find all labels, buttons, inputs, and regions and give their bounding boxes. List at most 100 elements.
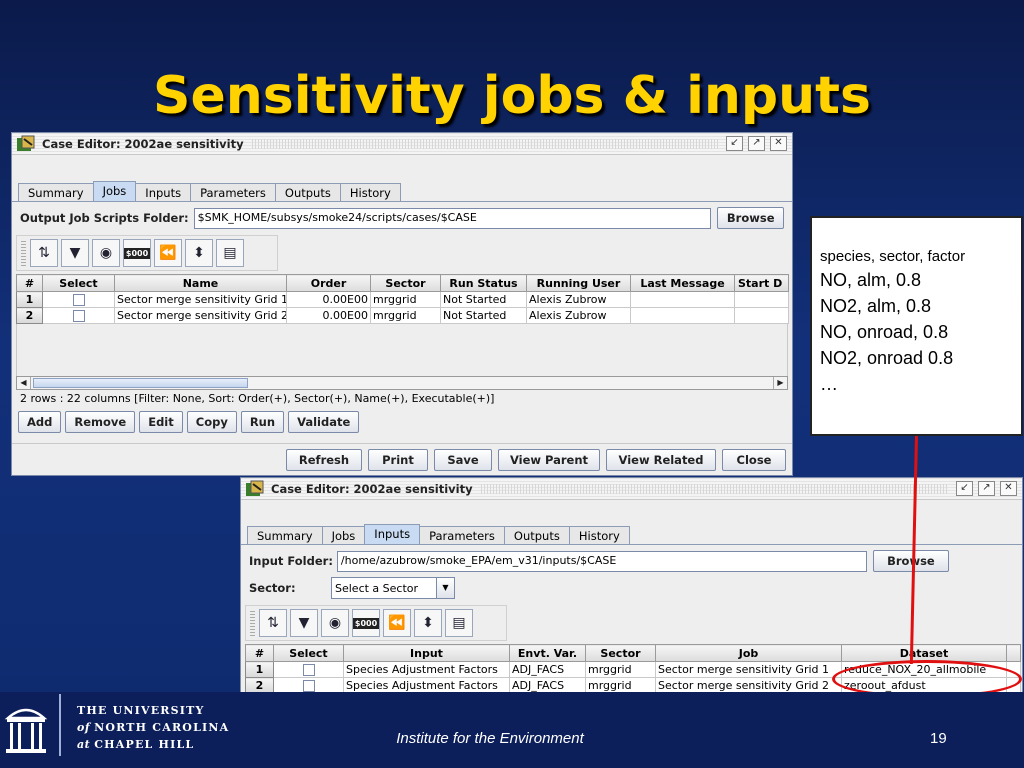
last-message-cell[interactable] <box>630 307 735 324</box>
tab-parameters[interactable]: Parameters <box>190 183 276 201</box>
scroll-thumb[interactable] <box>33 378 248 388</box>
filter-icon[interactable]: ▼ <box>61 239 89 267</box>
column-header[interactable]: Job <box>655 644 842 662</box>
table-row[interactable]: 2 Sector merge sensitivity Grid 2 0.00E0… <box>16 307 789 324</box>
minimize-icon[interactable]: ↙ <box>726 136 743 151</box>
tab-bar: Summary Jobs Inputs Parameters Outputs H… <box>241 524 1022 545</box>
input-cell[interactable]: Species Adjustment Factors <box>343 661 510 678</box>
window-titlebar[interactable]: Case Editor: 2002ae sensitivity ↙ ↗ ✕ <box>241 478 1022 500</box>
money-icon[interactable]: $000 <box>123 239 151 267</box>
remove-button[interactable]: Remove <box>65 411 136 433</box>
order-cell[interactable]: 0.00E00 <box>286 307 371 324</box>
copy-button[interactable]: Copy <box>186 411 237 433</box>
column-header[interactable]: Start D <box>734 274 789 292</box>
column-header[interactable]: Select <box>42 274 115 292</box>
sector-cell[interactable]: mrggrid <box>370 291 441 308</box>
close-icon[interactable]: ✕ <box>1000 481 1017 496</box>
add-button[interactable]: Add <box>18 411 62 433</box>
table-row[interactable]: 1 Sector merge sensitivity Grid 1 0.00E0… <box>16 291 789 308</box>
layout-icon[interactable]: ▤ <box>445 609 473 637</box>
job-cell[interactable]: Sector merge sensitivity Grid 1 <box>655 661 842 678</box>
tab-jobs[interactable]: Jobs <box>321 526 366 544</box>
maximize-icon[interactable]: ↗ <box>748 136 765 151</box>
sort-icon[interactable]: ⇅ <box>259 609 287 637</box>
filter-icon[interactable]: ▼ <box>290 609 318 637</box>
column-header[interactable]: # <box>16 274 43 292</box>
tab-inputs[interactable]: Inputs <box>364 524 421 544</box>
scroll-right-icon[interactable]: ▶ <box>773 377 787 389</box>
rewind-icon[interactable]: ⏪ <box>383 609 411 637</box>
running-user-cell[interactable]: Alexis Zubrow <box>526 291 631 308</box>
eye-icon[interactable]: ◉ <box>92 239 120 267</box>
order-cell[interactable]: 0.00E00 <box>286 291 371 308</box>
view-related-button[interactable]: View Related <box>606 449 716 471</box>
row-select-cell <box>273 661 344 678</box>
layout-icon[interactable]: ▤ <box>216 239 244 267</box>
refresh-button[interactable]: Refresh <box>286 449 362 471</box>
tab-jobs[interactable]: Jobs <box>92 181 137 201</box>
dropdown-arrow-icon[interactable]: ▼ <box>436 578 454 598</box>
select-checkbox[interactable] <box>302 680 315 692</box>
column-header[interactable]: Last Message <box>630 274 735 292</box>
select-checkbox[interactable] <box>302 664 315 676</box>
run-status-cell[interactable]: Not Started <box>440 291 527 308</box>
column-header[interactable]: Order <box>286 274 371 292</box>
tab-summary[interactable]: Summary <box>18 183 94 201</box>
column-header[interactable]: Running User <box>526 274 631 292</box>
browse-button[interactable]: Browse <box>872 550 949 572</box>
column-header[interactable]: # <box>245 644 274 662</box>
select-checkbox[interactable] <box>72 294 85 306</box>
column-header[interactable]: Envt. Var. <box>509 644 586 662</box>
sector-cell[interactable]: mrggrid <box>370 307 441 324</box>
horizontal-scrollbar[interactable]: ◀ ▶ <box>16 376 788 390</box>
toolbar-grip[interactable] <box>250 610 255 636</box>
tab-outputs[interactable]: Outputs <box>503 526 570 544</box>
save-button[interactable]: Save <box>434 449 492 471</box>
browse-button[interactable]: Browse <box>717 207 784 229</box>
envt-var-cell[interactable]: ADJ_FACS <box>509 661 586 678</box>
format-icon[interactable]: ⬍ <box>185 239 213 267</box>
print-button[interactable]: Print <box>368 449 428 471</box>
select-checkbox[interactable] <box>72 310 85 322</box>
column-header[interactable]: Sector <box>585 644 656 662</box>
tab-parameters[interactable]: Parameters <box>419 526 505 544</box>
tab-inputs[interactable]: Inputs <box>135 183 192 201</box>
window-titlebar[interactable]: Case Editor: 2002ae sensitivity ↙ ↗ ✕ <box>12 133 792 155</box>
running-user-cell[interactable]: Alexis Zubrow <box>526 307 631 324</box>
column-header[interactable]: Name <box>114 274 287 292</box>
start-date-cell[interactable] <box>734 307 789 324</box>
start-date-cell[interactable] <box>734 291 789 308</box>
minimize-icon[interactable]: ↙ <box>956 481 973 496</box>
last-message-cell[interactable] <box>630 291 735 308</box>
format-icon[interactable]: ⬍ <box>414 609 442 637</box>
eye-icon[interactable]: ◉ <box>321 609 349 637</box>
tab-history[interactable]: History <box>568 526 630 544</box>
validate-button[interactable]: Validate <box>288 411 360 433</box>
job-name-cell[interactable]: Sector merge sensitivity Grid 1 <box>114 291 287 308</box>
run-button[interactable]: Run <box>240 411 285 433</box>
column-header[interactable]: Select <box>273 644 344 662</box>
scroll-left-icon[interactable]: ◀ <box>17 377 31 389</box>
sector-cell[interactable]: mrggrid <box>585 661 656 678</box>
rewind-icon[interactable]: ⏪ <box>154 239 182 267</box>
sort-icon[interactable]: ⇅ <box>30 239 58 267</box>
close-button[interactable]: Close <box>722 449 786 471</box>
column-header[interactable]: Dataset <box>841 644 1007 662</box>
input-folder-field[interactable]: /home/azubrow/smoke_EPA/em_v31/inputs/$C… <box>336 550 867 572</box>
output-folder-field[interactable]: $SMK_HOME/subsys/smoke24/scripts/cases/$… <box>193 207 712 229</box>
column-header[interactable]: Run Status <box>440 274 527 292</box>
run-status-cell[interactable]: Not Started <box>440 307 527 324</box>
column-header[interactable]: Sector <box>370 274 441 292</box>
tab-summary[interactable]: Summary <box>247 526 323 544</box>
view-parent-button[interactable]: View Parent <box>498 449 600 471</box>
job-name-cell[interactable]: Sector merge sensitivity Grid 2 <box>114 307 287 324</box>
money-icon[interactable]: $000 <box>352 609 380 637</box>
sector-dropdown[interactable]: Select a Sector ▼ <box>331 577 455 599</box>
close-icon[interactable]: ✕ <box>770 136 787 151</box>
tab-outputs[interactable]: Outputs <box>274 183 341 201</box>
tab-history[interactable]: History <box>339 183 401 201</box>
toolbar-grip[interactable] <box>21 240 26 266</box>
edit-button[interactable]: Edit <box>139 411 183 433</box>
column-header[interactable]: Input <box>343 644 510 662</box>
maximize-icon[interactable]: ↗ <box>978 481 995 496</box>
